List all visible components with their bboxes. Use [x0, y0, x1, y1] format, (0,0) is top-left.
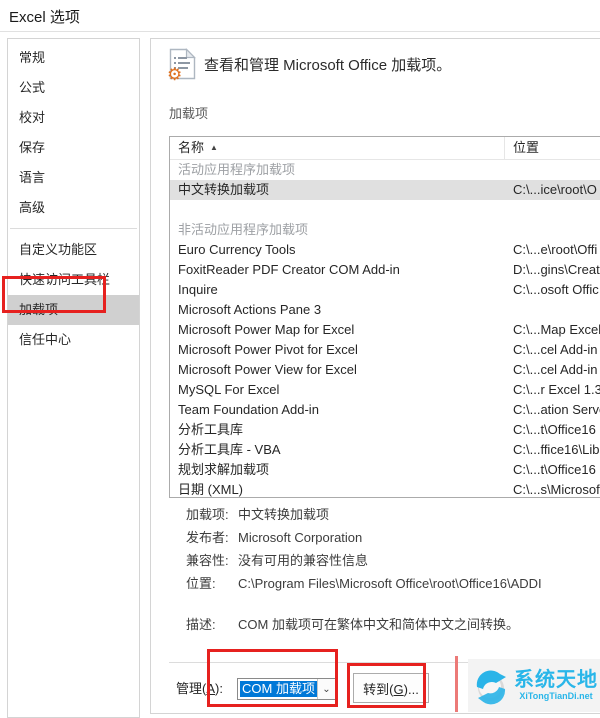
addin-details: 加载项: 中文转换加载项 发布者: Microsoft Corporation 兼容… [186, 503, 600, 636]
title-separator [0, 31, 600, 32]
dialog-title: Excel 选项 [9, 9, 80, 26]
detail-row-description: 描述: COM 加载项可在繁体中文和简体中文之间转换。 [186, 617, 519, 632]
page-header: ⚙ 查看和管理 Microsoft Office 加载项。 [167, 47, 452, 84]
detail-row-addin: 加载项: 中文转换加载项 [186, 507, 330, 522]
sidebar-item-general[interactable]: 常规 [8, 43, 139, 73]
table-row[interactable]: Microsoft Power Pivot for Excel C:\...cel… [170, 340, 600, 360]
detail-row-location: 位置: C:\Program Files\Microsoft Office\roo… [186, 576, 542, 591]
table-row[interactable]: Microsoft Power Map for Excel C:\...Map E… [170, 320, 600, 340]
section-label-addins: 加载项 [169, 106, 209, 121]
table-group-row: 非活动应用程序加载项 [178, 222, 309, 237]
table-row[interactable]: 分析工具库 C:\...t\Office16 [170, 420, 600, 440]
sidebar-item-formulas[interactable]: 公式 [8, 73, 139, 103]
sort-ascending-icon: ▲ [210, 143, 218, 152]
table-row[interactable]: MySQL For Excel C:\...r Excel 1.3 [170, 380, 600, 400]
name-header-label: 名称 [178, 140, 205, 155]
table-row[interactable]: Team Foundation Add-in C:\...ation Serve [170, 400, 600, 420]
manage-dropdown-value: COM 加载项 [240, 681, 317, 697]
addins-table: 名称 ▲ 位置 活动应用程序加载项 中文转换加载项 C:\...ice\root\O… [169, 136, 600, 498]
detail-row-publisher: 发布者: Microsoft Corporation [186, 530, 363, 545]
table-row[interactable]: Euro Currency Tools C:\...e\root\Offi [170, 240, 600, 260]
watermark-title: 系统天地 [514, 669, 598, 691]
gear-icon: ⚙ [167, 65, 183, 84]
sidebar-item-customize-ribbon[interactable]: 自定义功能区 [8, 235, 139, 265]
column-header-location[interactable]: 位置 [505, 137, 600, 159]
addins-document-gear-icon: ⚙ [167, 48, 196, 84]
sidebar-divider [10, 228, 137, 229]
page-title: 查看和管理 Microsoft Office 加载项。 [204, 56, 452, 74]
main-panel: ⚙ 查看和管理 Microsoft Office 加载项。 加载项 名称 ▲ 位置… [150, 38, 600, 714]
table-row[interactable]: Microsoft Actions Pane 3 [170, 300, 600, 320]
table-row[interactable]: FoxitReader PDF Creator COM Add-in D:\...… [170, 260, 600, 280]
table-row[interactable]: Inquire C:\...osoft Offic [170, 280, 600, 300]
table-row[interactable]: Microsoft Power View for Excel C:\...cel … [170, 360, 600, 380]
sidebar-item-proofing[interactable]: 校对 [8, 103, 139, 133]
annotation-partial-line [455, 656, 458, 712]
sidebar-item-trust-center[interactable]: 信任中心 [8, 325, 139, 355]
table-row[interactable]: 分析工具库 - VBA C:\...ffice16\Lib [170, 440, 600, 460]
sidebar-item-save[interactable]: 保存 [8, 133, 139, 163]
watermark-logo: 系统天地 XiTongTianDi.net [468, 659, 600, 712]
goto-button[interactable]: 转到(G)... [353, 673, 429, 703]
excel-options-dialog: Excel 选项 常规 公式 校对 保存 语言 高级 自定义功能区 快速访问工具… [0, 0, 600, 718]
watermark-subtitle: XiTongTianDi.net [519, 691, 593, 701]
sidebar-item-language[interactable]: 语言 [8, 163, 139, 193]
xitongtiandi-swirl-icon [470, 665, 512, 707]
sidebar-item-advanced[interactable]: 高级 [8, 193, 139, 223]
table-row[interactable]: 规划求解加载项 C:\...t\Office16 [170, 460, 600, 480]
table-row[interactable]: 日期 (XML) C:\...s\Microsof [170, 480, 600, 497]
manage-label: 管理(A): [176, 681, 223, 696]
column-header-name[interactable]: 名称 ▲ [170, 137, 505, 159]
sidebar-item-quick-access-toolbar[interactable]: 快速访问工具栏 [8, 265, 139, 295]
manage-dropdown[interactable]: COM 加载项 ⌄ [237, 678, 336, 700]
table-row-spacer [170, 200, 600, 220]
sidebar-item-add-ins[interactable]: 加载项 [8, 295, 139, 325]
chevron-down-icon[interactable]: ⌄ [317, 679, 335, 699]
table-group-row: 活动应用程序加载项 [178, 162, 296, 177]
table-row-selected[interactable]: 中文转换加载项 C:\...ice\root\O [170, 180, 600, 200]
detail-row-compatibility: 兼容性: 没有可用的兼容性信息 [186, 553, 369, 568]
table-header: 名称 ▲ 位置 [170, 137, 600, 160]
sidebar: 常规 公式 校对 保存 语言 高级 自定义功能区 快速访问工具栏 加载项 信任中… [7, 38, 140, 718]
